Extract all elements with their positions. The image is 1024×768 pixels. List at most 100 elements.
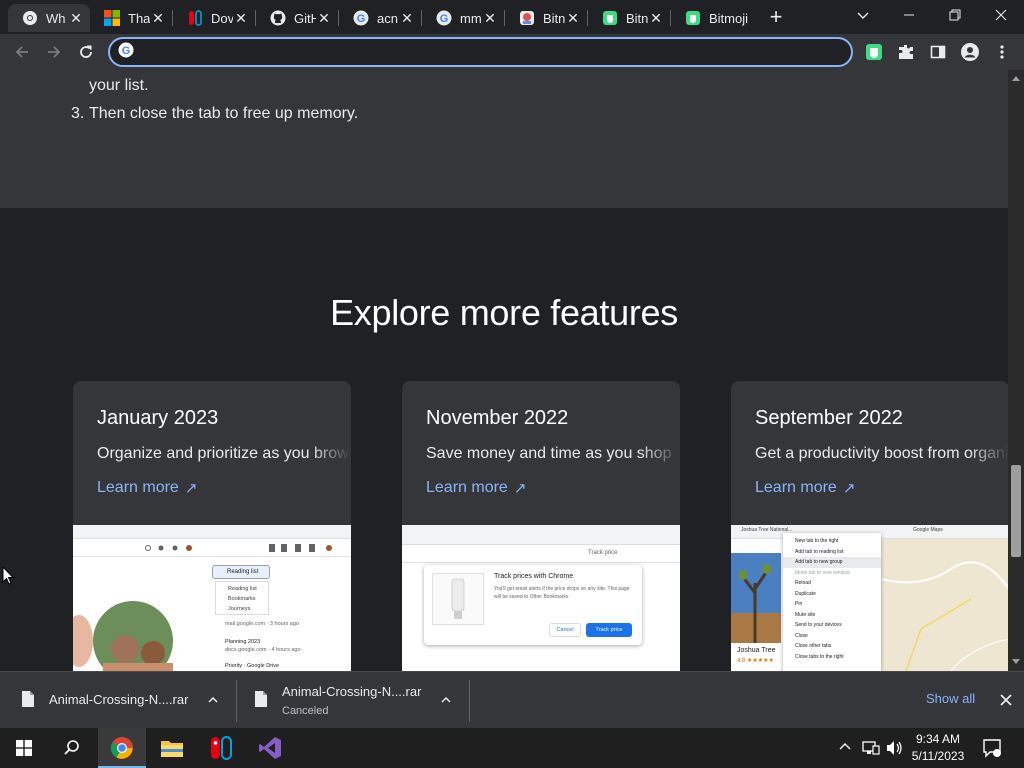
tab-title: Bitn (543, 10, 565, 26)
reading-list-dropdown: Reading list Bookmarks Journeys (215, 581, 269, 615)
google-icon: G (118, 42, 134, 63)
close-tab-icon[interactable]: ✕ (648, 10, 664, 26)
tab-8[interactable]: Bitmoji (671, 4, 755, 32)
start-button[interactable] (0, 728, 48, 768)
new-tab-button[interactable]: + (762, 4, 790, 29)
minimize-button[interactable] (886, 0, 932, 30)
menu-item: Send to your devices (795, 622, 842, 628)
dropdown-item: Journeys (228, 606, 251, 612)
bitmoji-extension-icon[interactable] (860, 38, 888, 66)
search-button[interactable] (48, 728, 96, 768)
chevron-up-icon[interactable] (205, 690, 221, 710)
chrome-icon (22, 10, 38, 26)
family-photo (73, 601, 173, 671)
close-tab-icon[interactable]: ✕ (233, 10, 249, 26)
tab-title: acn (377, 10, 398, 26)
text-fade (969, 441, 1008, 469)
menu-dots-icon[interactable] (988, 38, 1016, 66)
close-tab-icon[interactable]: ✕ (482, 10, 498, 26)
chevron-up-icon[interactable] (438, 690, 454, 710)
track-price-chip: Track price (588, 550, 618, 556)
tab-5[interactable]: G mm ✕ (422, 4, 504, 32)
close-tab-icon[interactable]: ✕ (316, 10, 332, 26)
forward-button[interactable] (40, 38, 68, 66)
page-scrollbar[interactable] (1008, 70, 1024, 671)
svg-text:G: G (357, 13, 366, 25)
close-window-button[interactable] (978, 0, 1024, 30)
scroll-down-arrow-icon[interactable] (1008, 656, 1024, 668)
profile-avatar-icon[interactable] (956, 38, 984, 66)
volume-icon[interactable] (886, 740, 904, 761)
omnibox-input[interactable] (142, 44, 851, 60)
tab-7[interactable]: Bitn ✕ (588, 4, 670, 32)
taskbar-file-explorer[interactable] (148, 728, 196, 768)
close-tab-icon[interactable]: ✕ (150, 10, 166, 26)
tab-title: Tha (128, 10, 150, 26)
back-button[interactable] (8, 38, 36, 66)
card-screenshot: Reading list Reading list Bookmarks Jour… (73, 525, 351, 671)
tab-2[interactable]: Dov ✕ (173, 4, 255, 32)
mouse-cursor-icon (2, 565, 15, 591)
tab-6[interactable]: Bitn ✕ (505, 4, 587, 32)
tab-title: Bitn (626, 10, 648, 26)
svg-text:G: G (122, 45, 131, 57)
menu-item: Add tab to new group (783, 557, 881, 568)
menu-item: Move tab to new window (795, 569, 850, 576)
address-bar[interactable]: G (108, 37, 853, 67)
scroll-up-arrow-icon[interactable] (1008, 72, 1024, 84)
cancel-button: Cancel (549, 623, 581, 637)
tray-chevron-up-icon[interactable] (838, 740, 852, 759)
card-date: January 2023 (97, 407, 219, 429)
clock-time: 9:34 AM (915, 732, 961, 746)
windows-taskbar: 9:34 AM 5/11/2023 (0, 728, 1024, 768)
steps-section: your list. 3. Then close the tab to free… (0, 70, 1008, 208)
close-download-shelf-icon[interactable] (996, 690, 1016, 710)
screenshot-tab-title: Google Maps (913, 527, 943, 533)
entry-meta: docs.google.com · 4 hours ago (225, 647, 301, 653)
menu-item: Add tab to reading list (795, 548, 844, 555)
show-all-button[interactable]: Show all (926, 691, 975, 706)
extensions-icon[interactable] (892, 38, 920, 66)
close-tab-icon[interactable]: ✕ (565, 10, 581, 26)
download-item[interactable]: Animal-Crossing-N....rar (0, 672, 236, 729)
notification-center-icon[interactable] (982, 738, 1002, 763)
card-screenshot: Joshua Tree National... Google Maps Josh… (731, 525, 1008, 671)
taskbar-nintendo[interactable] (197, 728, 245, 768)
list-item-step3: Then close the tab to free up memory. (89, 105, 359, 122)
restore-button[interactable] (932, 0, 978, 30)
side-panel-icon[interactable] (924, 38, 952, 66)
text-fade (311, 441, 351, 469)
svg-text:G: G (440, 13, 449, 25)
taskbar-visual-studio[interactable] (246, 728, 294, 768)
search-icon (64, 740, 79, 755)
download-item[interactable]: Animal-Crossing-N....rar Canceled (237, 672, 469, 729)
taskbar-chrome[interactable] (98, 728, 146, 768)
tab-context-menu: New tab to the right Add tab to reading … (783, 533, 881, 671)
web-page: your list. 3. Then close the tab to free… (0, 70, 1008, 671)
tab-title: mm (460, 10, 482, 26)
track-price-button: Track price (586, 623, 632, 637)
reload-button[interactable] (72, 38, 100, 66)
close-tab-icon[interactable]: ✕ (68, 10, 84, 26)
external-link-arrow-icon: ↗ (842, 480, 856, 497)
network-icon[interactable] (862, 740, 880, 761)
learn-more-label: Learn more (426, 479, 508, 496)
learn-more-link[interactable]: Learn more ↗ (97, 479, 197, 497)
learn-more-link[interactable]: Learn more ↗ (426, 479, 526, 497)
feature-card-november: November 2022 Save money and time as you… (402, 381, 680, 671)
download-shelf: Animal-Crossing-N....rar Animal-Crossing… (0, 671, 1024, 728)
tab-3[interactable]: GitH ✕ (256, 4, 338, 32)
tab-4[interactable]: G acn ✕ (339, 4, 421, 32)
text-fade (640, 441, 680, 469)
learn-more-link[interactable]: Learn more ↗ (755, 479, 855, 497)
card-screenshot: Track price Track prices with Chrome You… (402, 525, 680, 671)
scrollbar-thumb[interactable] (1011, 465, 1021, 557)
close-tab-icon[interactable]: ✕ (399, 10, 415, 26)
tab-0[interactable]: Wh ✕ (8, 4, 90, 32)
bitmoji-icon (685, 10, 701, 26)
download-filename: Animal-Crossing-N....rar (49, 692, 189, 707)
tab-1[interactable]: Tha ✕ (90, 4, 172, 32)
tab-search-chevron-icon[interactable] (840, 0, 886, 30)
clock[interactable]: 9:34 AM 5/11/2023 (908, 731, 968, 765)
list-number: 3. (71, 105, 85, 122)
